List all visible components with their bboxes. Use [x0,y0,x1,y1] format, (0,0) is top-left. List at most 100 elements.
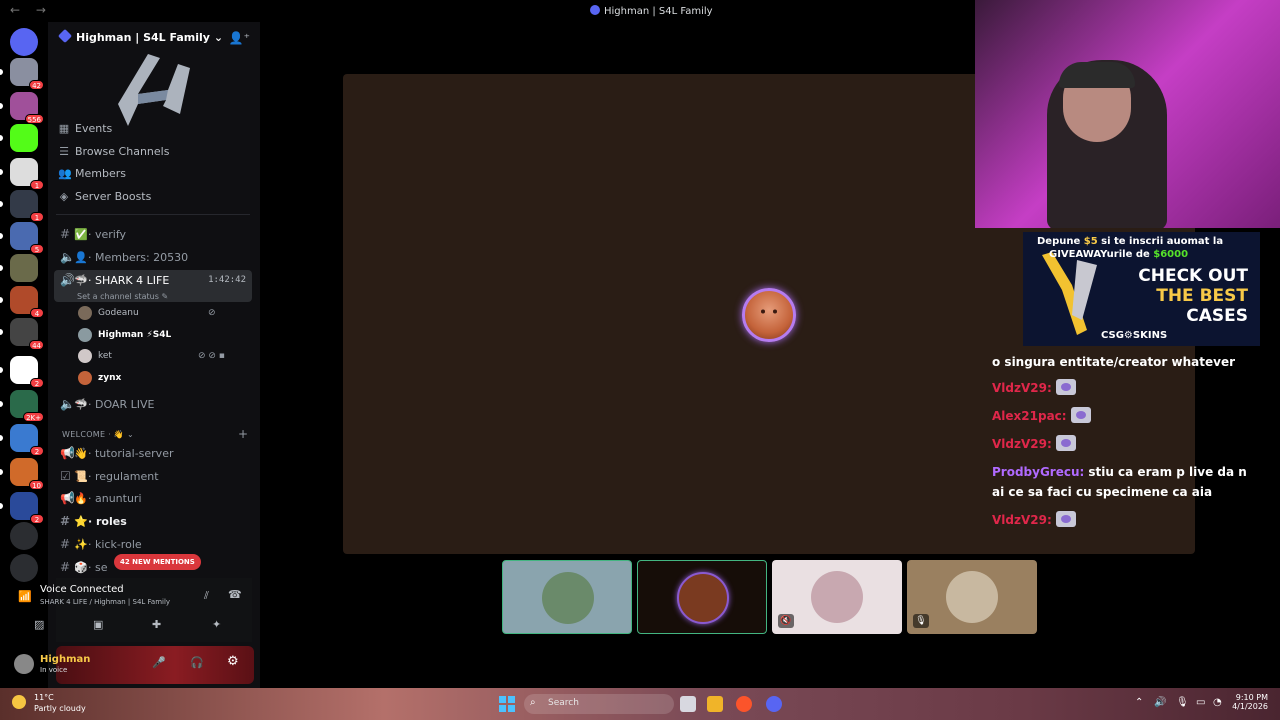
server-name-header[interactable]: Highman | S4L Family ⌄ [57,28,224,44]
menu-browse-channels[interactable]: ☰ Browse Channels [58,145,169,158]
network-tray-icon[interactable]: ◔ [1213,697,1222,708]
voice-user-godeanu[interactable]: Godeanu ⊘ [78,304,216,322]
disconnect-icon[interactable]: ☎ [228,588,242,601]
channel-shark-4-life[interactable]: 🔊🦈· SHARK 4 LIFE 1:42:42 Set a channel s… [54,270,252,302]
menu-server-boosts[interactable]: ◈ Server Boosts [58,190,152,203]
search-label: Search [548,698,579,708]
channel-tutorial-server[interactable]: 📢👋· tutorial-server [54,443,252,463]
channel-kick-role[interactable]: # ✨· kick-role [54,534,252,554]
screen-share-icon[interactable]: ▣ [93,618,103,631]
camera-off-icon[interactable]: ▨ [34,618,44,631]
chevron-up-icon[interactable]: ⌃ [1135,697,1143,708]
nav-arrows[interactable]: ← → [10,3,52,17]
tile-godeanu[interactable] [502,560,632,634]
taskbar-search[interactable]: ⌕ Search [524,694,674,714]
voice-connected-title: Voice Connected [40,584,124,595]
voice-user-ket[interactable]: ket ⊘ ⊘ ▪ [78,347,225,365]
server-icon-server-13[interactable]: 10 [10,458,44,490]
server-icon-server-8[interactable]: 4 [10,286,44,318]
menu-members-label: Members [75,167,126,180]
channel-roles[interactable]: # ⭐· roles [54,511,252,531]
avatar [78,327,92,342]
display-tray-icon[interactable]: ▭ [1196,697,1205,708]
tile-zynx[interactable] [637,560,767,634]
server-icon-server-14[interactable]: 2 [10,492,44,524]
speaker-tray-icon[interactable]: 🔊 [1154,697,1166,708]
server-icon-server-c[interactable]: 1 [10,158,44,190]
channel-anunturi[interactable]: 📢🔥· anunturi [54,488,252,508]
unread-pill [0,297,3,303]
channel-members-count[interactable]: 🔈👤· Members: 20530 [54,247,252,267]
unread-badge: 2 [30,378,44,388]
clock[interactable]: 9:10 PM 4/1/2026 [1228,693,1268,711]
unread-pill [0,469,3,475]
server-icon-add-server[interactable] [10,522,38,550]
task-view-icon[interactable] [680,696,696,712]
cat-emote-icon [1055,511,1076,527]
cat-emote-icon [1055,379,1076,395]
voice-user-name: Highman ⚡S4L [98,330,172,340]
voice-user-name: Godeanu [98,308,139,318]
unread-badge: 2K+ [23,412,44,422]
call-timer: 1:42:42 [208,275,246,285]
headphones-icon[interactable]: 🎧 [190,656,204,669]
face-icon [761,309,777,314]
server-icon-server-11[interactable]: 2K+ [10,390,44,422]
channel-label: · regulament [88,470,159,483]
new-mentions-pill[interactable]: 42 NEW MENTIONS [114,554,201,570]
avatar[interactable] [14,654,34,674]
server-icon-csgo-skins[interactable]: 1 [10,190,44,222]
gear-icon[interactable]: ⚙ [227,654,239,669]
menu-members[interactable]: 👥 Members [58,167,126,180]
microphone-icon[interactable]: 🎤 [152,656,166,669]
speaker-icon: 🔊 [60,273,75,287]
user-name[interactable]: Highman [40,654,90,665]
server-icon-server-12[interactable]: 2 [10,424,44,456]
channel-emoji: ⭐ [74,515,88,528]
soundboard-icon[interactable]: ✦ [212,618,221,631]
channel-verify[interactable]: # ✅· verify [54,224,252,244]
server-banner-logo [118,54,190,126]
brave-browser-icon[interactable] [736,696,752,712]
divider [56,214,250,215]
channel-emoji: 📜 [74,470,88,483]
server-icon-kick[interactable] [10,124,38,152]
channel-regulament[interactable]: ☑ 📜· regulament [54,466,252,486]
deafened-icon: 🔇 [778,614,794,628]
invite-icon[interactable]: 👤⁺ [229,31,250,45]
server-icon-server-w[interactable]: 2 [10,356,44,388]
csgoskins-ad: Depune $5 si te inscrii auomat la GIVEAW… [1023,232,1260,346]
server-icon-s4l[interactable]: 42 [10,58,44,90]
server-icon-server-6[interactable]: 5 [10,222,44,254]
channel-doar-live[interactable]: 🔈🦈· DOAR LIVE [54,394,252,414]
chevron-down-icon: ⌄ [213,31,224,44]
server-icon-server-9[interactable]: 44 [10,318,44,350]
server-icon-server-7[interactable] [10,254,38,282]
speaking-user-avatar[interactable] [742,288,796,342]
voice-user-highman[interactable]: Highman ⚡S4L [78,326,171,344]
hash-icon: # [60,227,71,241]
server-icon-discover[interactable] [10,554,38,582]
signal-icon[interactable]: 📶 [18,590,32,603]
server-icon-server-556[interactable]: 556 [10,92,44,124]
avatar [946,571,998,623]
discord-taskbar-icon[interactable] [766,696,782,712]
mic-tray-icon[interactable]: 🎙 [1176,697,1189,708]
tile-ket[interactable]: 🔇 [772,560,902,634]
voice-user-zynx[interactable]: zynx [78,369,121,387]
start-icon[interactable] [499,696,515,712]
channel-label: · tutorial-server [88,447,174,460]
ad-cta-1: CHECK OUT [1138,266,1248,286]
noise-suppression-icon[interactable]: ⫽ [204,589,209,603]
channel-label: · kick-role [88,538,142,551]
activities-icon[interactable]: ✚ [152,618,161,631]
file-explorer-icon[interactable] [707,696,723,712]
server-icon-discord-home[interactable] [10,28,38,56]
tile-highman[interactable]: 🎙 [907,560,1037,634]
announcement-icon: 📢 [60,446,75,460]
category-welcome[interactable]: WELCOME · 👋 ⌄ [62,430,134,439]
channel-emoji: ✨ [74,538,88,551]
voice-connected-subtitle[interactable]: SHARK 4 LIFE / Highman | S4L Family [40,598,170,606]
add-channel-icon[interactable]: + [238,427,248,441]
menu-events[interactable]: ▦ Events [58,122,112,135]
